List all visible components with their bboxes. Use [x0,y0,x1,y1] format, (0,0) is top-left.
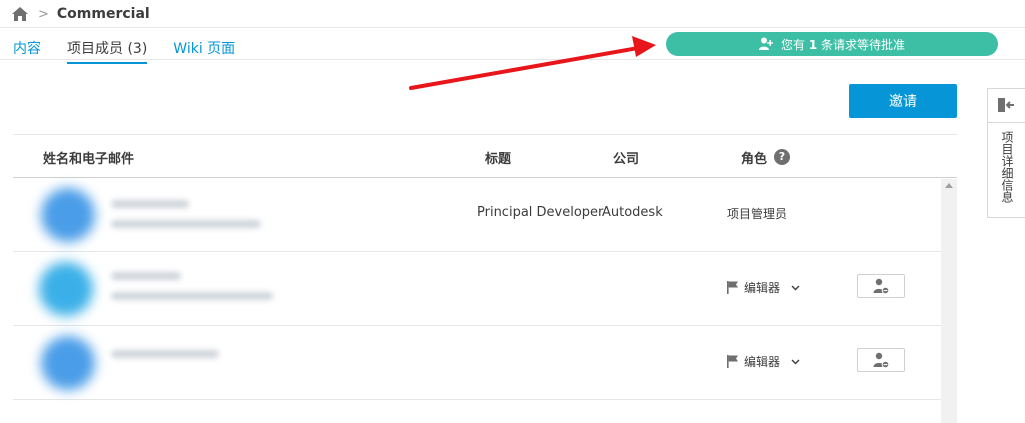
project-details-label: 项目详细信息 [1000,131,1014,203]
header-role[interactable]: 角色 [741,148,767,167]
remove-user-icon [873,352,889,368]
chevron-down-icon [791,285,800,290]
remove-member-button[interactable] [857,274,905,298]
blurred-email [111,350,219,358]
avatar [41,188,95,242]
collapse-panel-icon[interactable] [997,97,1015,113]
pending-text: 您有 1 条请求等待批准 [780,37,906,52]
remove-member-button[interactable] [857,348,905,372]
scroll-up-icon[interactable] [945,183,953,188]
avatar [39,262,93,316]
table-row[interactable]: 编辑器 [13,326,941,400]
table-scrollbar[interactable] [941,179,957,423]
header-company[interactable]: 公司 [613,148,639,167]
remove-user-icon [873,278,889,294]
member-title: Principal Developer [477,205,604,220]
pending-count: 1 [808,37,818,52]
tabs-divider [0,59,1025,60]
role-dropdown[interactable]: 编辑器 [727,353,800,370]
blurred-email [111,220,261,228]
member-role: 项目管理员 [727,207,788,221]
role-dropdown[interactable]: 编辑器 [727,279,800,296]
project-title: Commercial [56,6,150,22]
project-details-panel-tab[interactable]: 项目详细信息 [987,88,1025,218]
person-add-icon [758,37,773,50]
blurred-name [111,272,181,280]
help-icon[interactable]: ? [774,149,790,165]
chevron-down-icon [791,359,800,364]
header-title[interactable]: 标题 [485,148,511,167]
member-company: Autodesk [602,205,663,220]
breadcrumb: > Commercial [12,4,150,24]
panel-divider [988,122,1025,123]
header-divider [0,27,1025,28]
flag-icon [727,281,738,294]
table-row[interactable]: 编辑器 [13,252,941,326]
avatar [41,336,95,390]
pending-requests-banner[interactable]: 您有 1 条请求等待批准 [666,32,998,56]
blurred-name [111,200,189,208]
invite-button[interactable]: 邀请 [849,84,957,118]
members-table-header: 姓名和电子邮件 标题 公司 角色 [13,135,957,178]
role-value: 编辑器 [744,281,781,295]
table-row[interactable]: Principal Developer Autodesk 项目管理员 [13,178,941,252]
role-value: 编辑器 [744,355,781,369]
home-icon[interactable] [12,7,28,21]
breadcrumb-separator: > [38,6,49,22]
blurred-email [111,292,273,300]
header-name-email[interactable]: 姓名和电子邮件 [43,148,134,167]
flag-icon [727,355,738,368]
